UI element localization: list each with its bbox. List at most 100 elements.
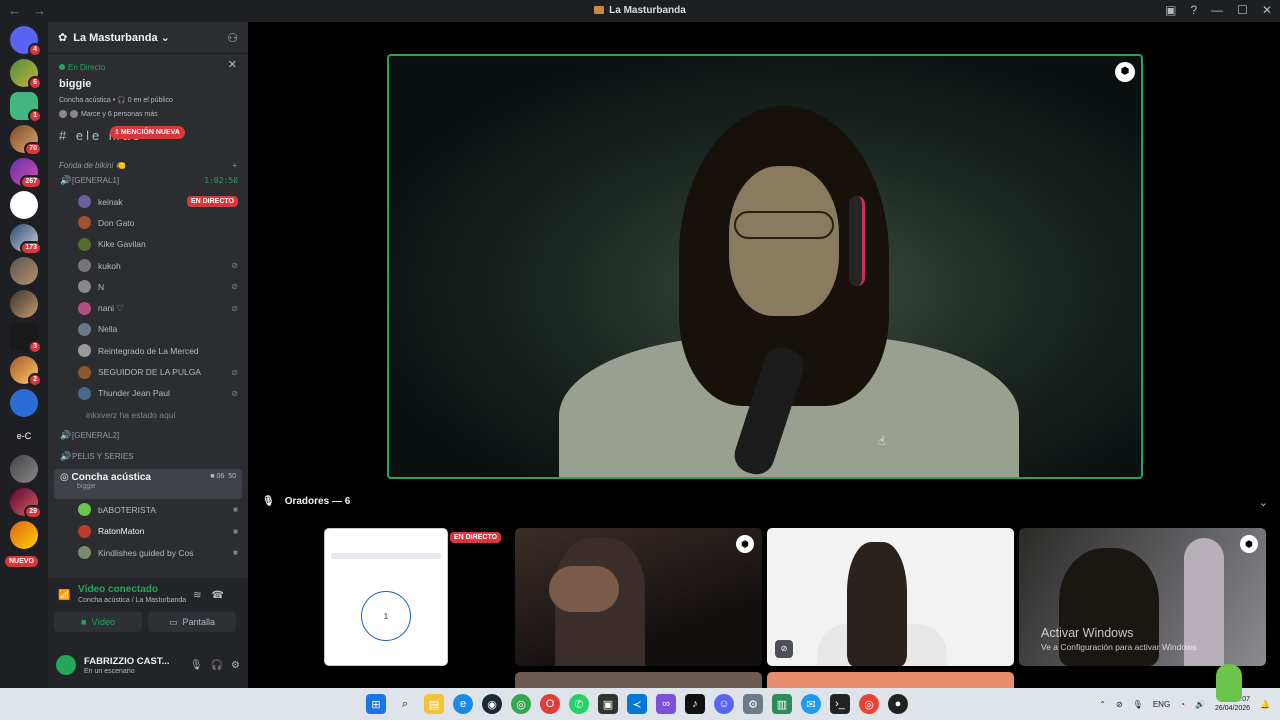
close-button[interactable]: ✕ — [1262, 3, 1272, 17]
help-icon[interactable]: ? — [1190, 3, 1197, 17]
gear-icon[interactable]: ⚙ — [231, 660, 240, 671]
tiktok-icon[interactable]: ♪ — [685, 694, 705, 714]
avatar — [78, 322, 91, 336]
voice-user[interactable]: SEGUIDOR DE LA PULGA ⊘ — [48, 361, 248, 382]
voice-user[interactable]: N ⊘ — [48, 276, 248, 297]
moderator-shield-icon: ⬢ — [1240, 535, 1258, 553]
server-icon[interactable] — [10, 389, 38, 417]
visual-studio-icon[interactable]: ∞ — [656, 694, 676, 714]
voice-user[interactable]: Thunder Jean Paul ⊘ — [48, 383, 248, 404]
notification-bell-icon[interactable]: 🔔 — [1260, 700, 1270, 709]
notepad-icon[interactable]: ▥ — [772, 694, 792, 714]
discord-home-icon[interactable]: 4 — [10, 26, 42, 57]
search-icon[interactable]: ⌕ — [395, 694, 415, 714]
noise-icon[interactable]: ≋ — [193, 590, 211, 601]
avatar — [78, 237, 91, 251]
server-icon[interactable]: 267 — [10, 158, 42, 189]
speaker-tile[interactable] — [767, 672, 1014, 688]
close-icon[interactable]: ✕ — [228, 58, 237, 71]
deafened-icon: ⊘ — [231, 261, 238, 271]
avatar — [78, 344, 91, 358]
server-icon[interactable]: 29 — [10, 488, 42, 519]
language-indicator[interactable]: ENG — [1153, 700, 1170, 709]
voice-user[interactable]: Kike Gavilan — [48, 234, 248, 255]
server-icon[interactable]: 173 — [10, 224, 42, 255]
app-icon[interactable]: ▣ — [598, 694, 618, 714]
stage-channel-concha[interactable]: ◎ Concha acústica biggie ■ 06 50 — [54, 469, 242, 500]
wifi-icon[interactable]: ◔ — [1180, 700, 1185, 709]
user-panel: FABRIZZIO CAST... En un escenario 🎙 🎧 ⚙ — [48, 642, 248, 688]
speaker-tile[interactable]: ⬢ — [515, 528, 762, 666]
new-badge[interactable]: NUEVO — [5, 556, 38, 567]
speaker-tile[interactable] — [515, 672, 762, 688]
voice-user[interactable]: Reintegrado de La Merced — [48, 340, 248, 361]
server-icon[interactable] — [10, 455, 38, 483]
voice-channel-general1[interactable]: 🔊 [GENERAL1] 1:02:50 — [48, 170, 248, 191]
discord-icon[interactable]: ☺ — [714, 694, 734, 714]
terminal-icon[interactable]: ›_ — [830, 694, 850, 714]
category-header[interactable]: Fonda de bikini 🍋 + — [48, 161, 248, 170]
server-icon[interactable]: 2 — [10, 356, 42, 387]
avatar[interactable] — [56, 655, 76, 675]
stream-tile[interactable]: 1 — [324, 528, 448, 666]
server-icon[interactable]: 70 — [10, 125, 42, 156]
server-header[interactable]: ✿ La Masturbanda ⌄ ⚇ — [48, 22, 248, 54]
start-icon[interactable]: ⊞ — [366, 694, 386, 714]
server-icon[interactable] — [10, 521, 38, 549]
opera-icon[interactable]: O — [540, 694, 560, 714]
stage-user[interactable]: Kindlishes guided by Cos ■ — [48, 542, 248, 563]
screen-share-button[interactable]: ▭ Pantalla — [148, 612, 236, 632]
app-icon[interactable]: ● — [888, 694, 908, 714]
chevron-up-icon[interactable]: ⌃ — [1099, 700, 1106, 709]
chrome-profile-icon[interactable]: ◎ — [859, 694, 879, 714]
server-settings-icon: ✿ — [58, 32, 68, 44]
voice-user[interactable]: keinak EN DIRECTO — [48, 191, 248, 212]
inbox-icon[interactable]: ▣ — [1165, 3, 1176, 17]
video-button[interactable]: ■ Vídeo — [54, 612, 142, 632]
maximize-button[interactable]: ☐ — [1237, 3, 1248, 17]
network-off-icon[interactable]: ⊘ — [1116, 700, 1123, 709]
voice-user[interactable]: kukoh ⊘ — [48, 255, 248, 276]
server-icon[interactable] — [10, 290, 38, 318]
microphone-icon[interactable]: 🎙 — [1133, 700, 1143, 709]
file-explorer-icon[interactable]: ▤ — [424, 694, 444, 714]
voice-user[interactable]: Don Gato — [48, 212, 248, 233]
vscode-icon[interactable]: ≺ — [627, 694, 647, 714]
disconnect-icon[interactable]: ☎ — [212, 590, 234, 601]
new-mention-badge[interactable]: 1 MENCIÓN NUEVA — [110, 126, 185, 139]
server-icon[interactable]: 1 — [10, 92, 42, 123]
voice-channel-general2[interactable]: 🔊 [GENERAL2] — [48, 425, 248, 446]
chrome-icon[interactable]: ◎ — [511, 694, 531, 714]
server-icon[interactable]: 6 — [10, 59, 42, 90]
avatar — [78, 365, 91, 379]
avatar — [78, 195, 91, 209]
live-panel: En Directo ✕ biggie Concha acústica • 🎧 … — [59, 58, 237, 118]
chevron-down-icon[interactable]: ⌄ — [1259, 496, 1268, 509]
voice-user[interactable]: Nella — [48, 319, 248, 340]
stream-preview-circle: 1 — [361, 591, 411, 641]
headphones-icon[interactable]: 🎧 — [211, 660, 223, 671]
add-member-icon[interactable]: ⚇ — [227, 31, 238, 45]
server-icon[interactable] — [10, 257, 38, 285]
voice-channel-pelis[interactable]: 🔊 PELIS Y SERIES — [48, 446, 248, 467]
steam-icon[interactable]: ◉ — [482, 694, 502, 714]
messenger-icon[interactable]: ✉ — [801, 694, 821, 714]
microphone-icon[interactable]: 🎙 — [190, 660, 203, 671]
volume-icon[interactable]: 🔊 — [1195, 700, 1205, 709]
channel-header[interactable]: # ele mas 1 MENCIÓN NUEVA — [48, 126, 248, 143]
minimize-button[interactable]: — — [1211, 3, 1223, 17]
speaker-tile[interactable]: ⊘ — [767, 528, 1014, 666]
stage-user[interactable]: RatonMaton ■ — [48, 521, 248, 542]
server-icon[interactable]: e-C — [10, 422, 38, 450]
settings-icon[interactable]: ⚙ — [743, 694, 763, 714]
stage-user[interactable]: bABOTERISTA ■ — [48, 499, 248, 520]
edge-icon[interactable]: e — [453, 694, 473, 714]
add-channel-icon[interactable]: + — [232, 161, 237, 170]
server-icon[interactable] — [10, 191, 38, 219]
user-info[interactable]: FABRIZZIO CAST... En un escenario — [84, 656, 170, 675]
live-streamer[interactable]: biggie — [59, 78, 237, 90]
voice-user[interactable]: nani ♡ ⊘ — [48, 297, 248, 318]
focused-video-tile[interactable]: ⬢ — [387, 54, 1143, 479]
whatsapp-icon[interactable]: ✆ — [569, 694, 589, 714]
server-icon[interactable]: 3 — [10, 323, 42, 354]
